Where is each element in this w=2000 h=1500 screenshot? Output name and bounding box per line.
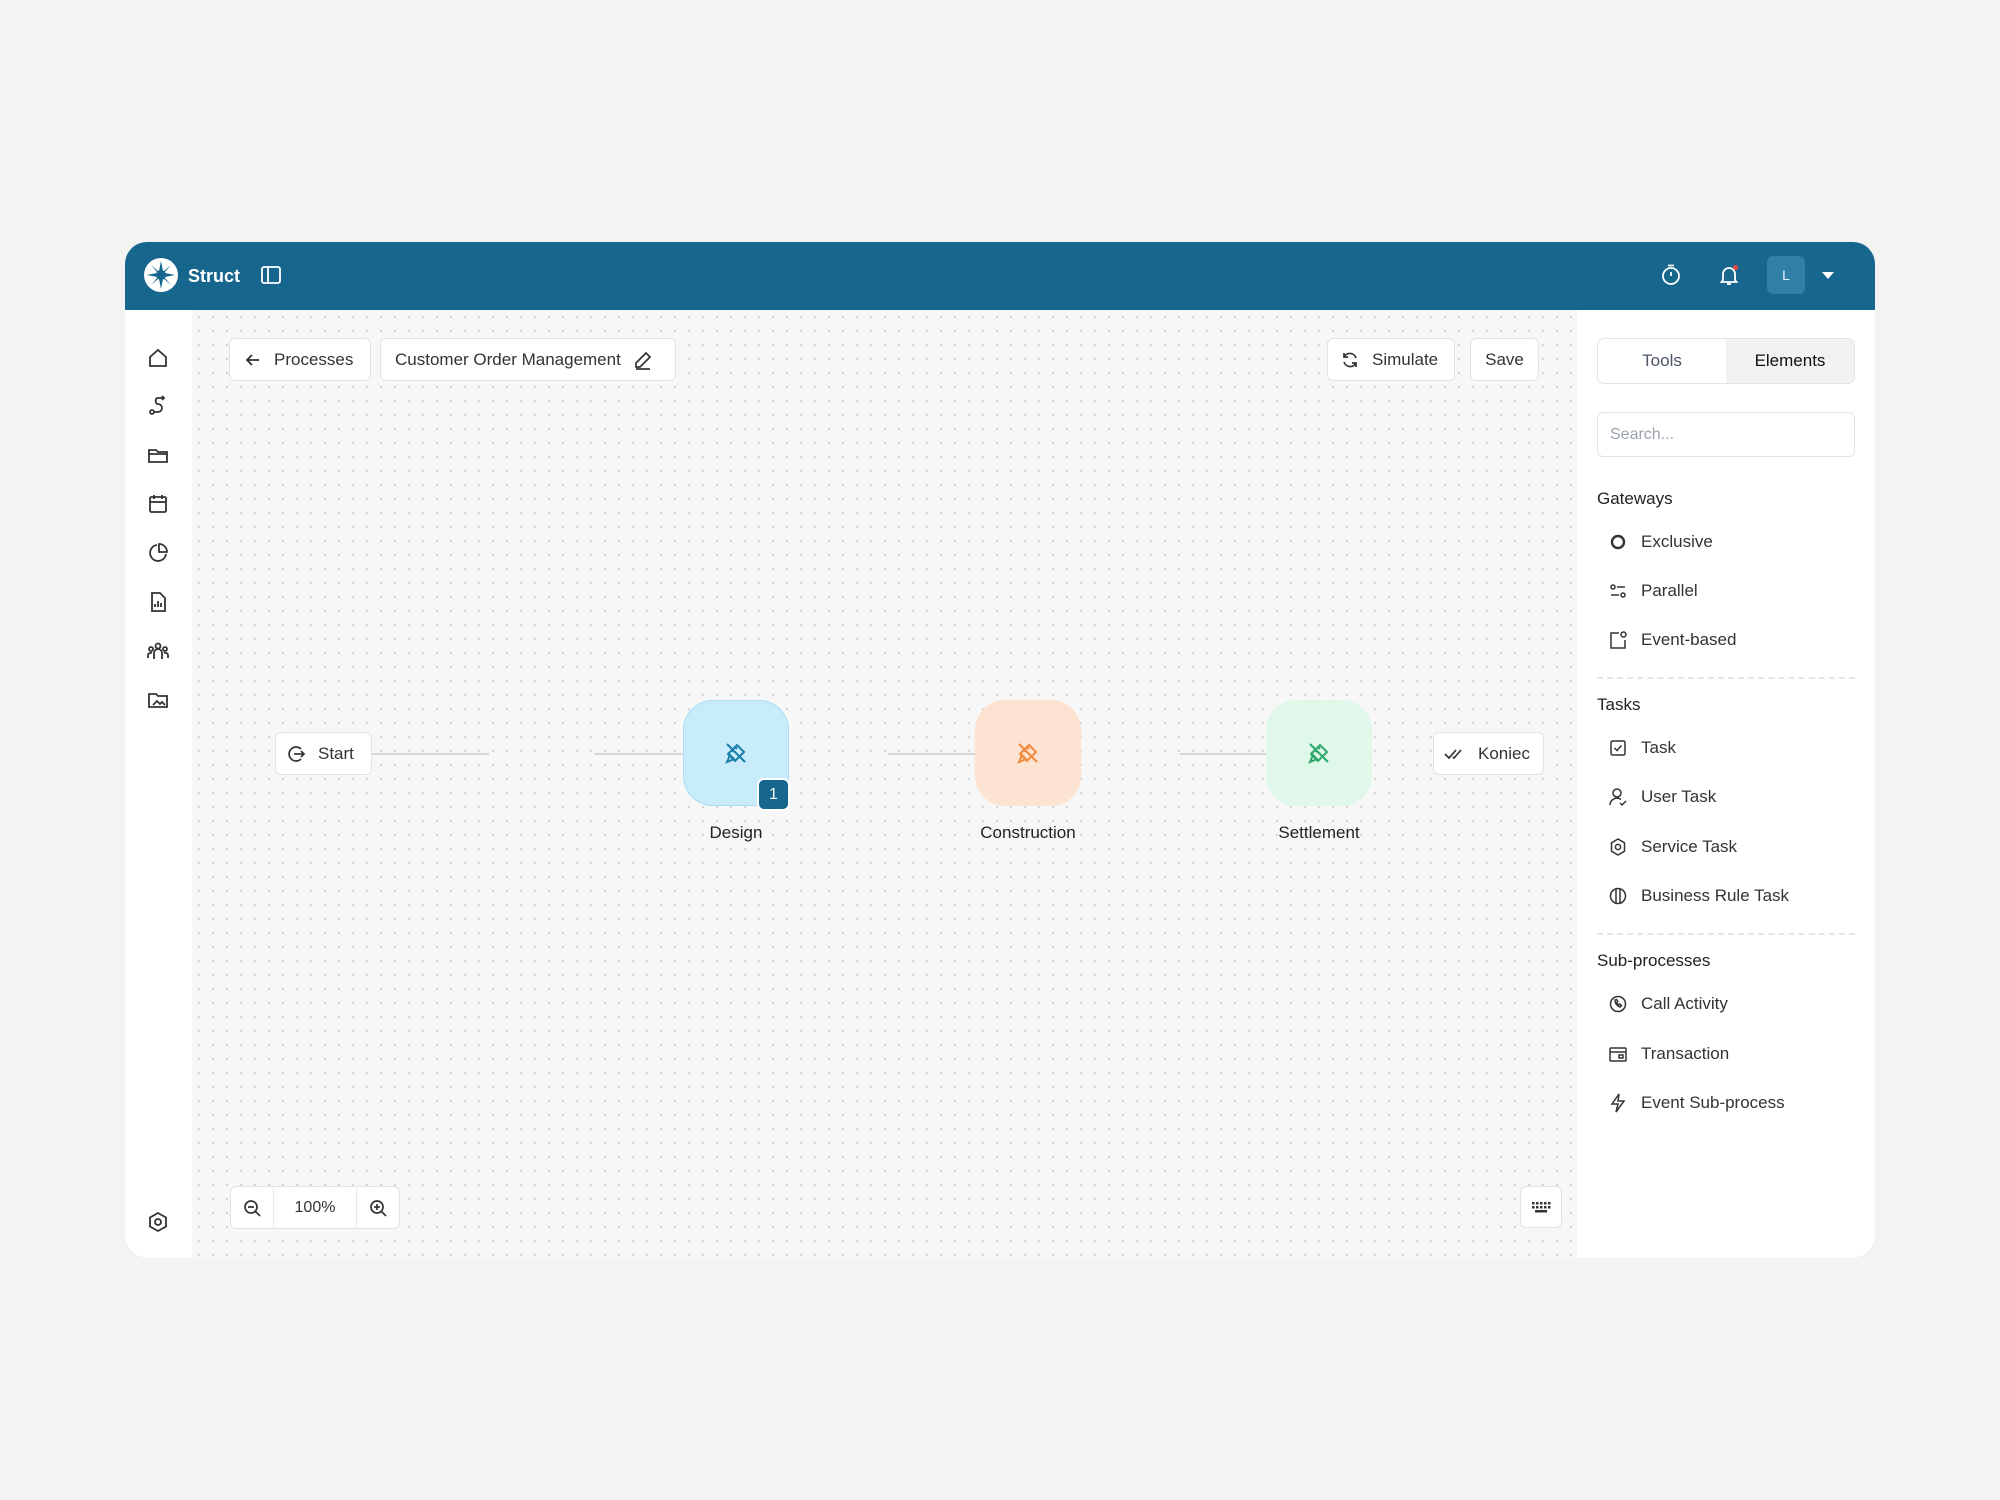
tab-elements[interactable]: Elements (1726, 339, 1854, 383)
zoom-in-button[interactable] (357, 1186, 399, 1229)
save-label: Save (1485, 349, 1524, 369)
element-label: Business Rule Task (1641, 886, 1790, 905)
construction-tools-icon (1017, 743, 1038, 764)
task-node-design[interactable]: 1 (683, 700, 790, 811)
panel-toggle-icon[interactable] (261, 266, 281, 284)
zoom-in-icon (370, 1199, 387, 1217)
calendar-icon[interactable] (146, 492, 170, 516)
task-node-settlement[interactable] (1266, 700, 1372, 806)
section-title-gateways: Gateways (1597, 489, 1673, 508)
simulate-label: Simulate (1372, 349, 1439, 369)
pie-chart-icon[interactable] (146, 541, 170, 565)
element-user-task[interactable]: User Task (1597, 777, 1855, 817)
circle-icon (1607, 531, 1629, 553)
element-label: Transaction (1641, 1044, 1730, 1063)
element-exclusive[interactable]: Exclusive (1597, 522, 1855, 562)
side-nav (125, 310, 192, 1258)
transaction-icon (1607, 1043, 1629, 1065)
elements-panel: Tools Elements Gateways Exclusive Parall… (1577, 310, 1875, 1258)
section-divider (1597, 933, 1855, 935)
process-name-field[interactable]: Customer Order Management (380, 338, 676, 381)
image-folder-icon[interactable] (146, 688, 170, 712)
user-avatar[interactable]: L (1767, 256, 1805, 294)
element-event-sub-process[interactable]: Event Sub-process (1597, 1083, 1855, 1123)
element-task[interactable]: Task (1597, 728, 1855, 768)
arrow-left-icon (245, 353, 259, 366)
element-label: Call Activity (1641, 994, 1728, 1013)
task-node-construction[interactable] (975, 700, 1081, 806)
checkbox-icon (1607, 737, 1629, 759)
parallel-icon (1607, 580, 1629, 602)
team-icon[interactable] (146, 639, 170, 663)
node-label-settlement: Settlement (1278, 823, 1360, 842)
route-icon[interactable] (146, 394, 170, 418)
element-label: Service Task (1641, 837, 1738, 856)
element-business-rule-task[interactable]: Business Rule Task (1597, 876, 1855, 916)
zoom-out-icon (244, 1199, 261, 1217)
back-to-processes-button[interactable]: Processes (229, 338, 371, 381)
lightning-icon (1607, 1092, 1629, 1114)
element-event-based[interactable]: Event-based (1597, 620, 1855, 660)
element-call-activity[interactable]: Call Activity (1597, 984, 1855, 1024)
node-label-construction: Construction (980, 823, 1076, 842)
tab-tools[interactable]: Tools (1598, 339, 1726, 383)
start-icon (288, 745, 306, 762)
user-icon (1607, 786, 1629, 808)
panel-tabs: Tools Elements (1597, 338, 1855, 384)
node-count-badge: 1 (757, 778, 790, 811)
settings-icon[interactable] (146, 1210, 170, 1234)
simulate-button[interactable]: Simulate (1327, 338, 1455, 381)
section-title-tasks: Tasks (1597, 695, 1641, 714)
end-event[interactable]: Koniec (1433, 732, 1544, 775)
section-title-sub-processes: Sub-processes (1597, 951, 1711, 970)
home-icon[interactable] (146, 346, 170, 370)
struct-logo-icon[interactable] (144, 258, 178, 292)
element-parallel[interactable]: Parallel (1597, 571, 1855, 611)
event-based-icon (1607, 629, 1629, 651)
start-label: Start (318, 743, 354, 763)
main-body: Processes Customer Order Management Simu… (125, 310, 1875, 1258)
zoom-level: 100% (273, 1186, 357, 1229)
element-label: Task (1641, 738, 1676, 757)
timer-icon[interactable] (1659, 263, 1683, 287)
save-button[interactable]: Save (1470, 338, 1539, 381)
start-event[interactable]: Start (275, 732, 372, 775)
edit-icon[interactable] (633, 350, 653, 370)
element-service-task[interactable]: Service Task (1597, 827, 1855, 867)
process-name: Customer Order Management (395, 349, 621, 369)
back-label: Processes (274, 349, 354, 369)
keyboard-icon (1532, 1202, 1551, 1213)
double-check-icon (1444, 748, 1462, 759)
element-label: Event-based (1641, 630, 1737, 649)
top-bar: Struct L (125, 242, 1875, 310)
element-label: Event Sub-process (1641, 1093, 1785, 1112)
zoom-controls: 100% (230, 1186, 400, 1229)
settlement-tools-icon (1308, 743, 1329, 764)
call-icon (1607, 993, 1629, 1015)
refresh-icon (1343, 352, 1357, 367)
element-label: Exclusive (1641, 532, 1713, 551)
keyboard-shortcuts-button[interactable] (1520, 1186, 1562, 1228)
element-transaction[interactable]: Transaction (1597, 1034, 1855, 1074)
design-tools-icon (725, 743, 746, 764)
element-label: User Task (1641, 787, 1717, 806)
app-window: Struct L Processes Customer Order Manage… (125, 242, 1875, 1258)
brand-name: Struct (188, 266, 241, 286)
element-label: Parallel (1641, 581, 1698, 600)
node-label-design: Design (709, 823, 763, 842)
zoom-out-button[interactable] (231, 1186, 273, 1229)
folder-icon[interactable] (146, 443, 170, 467)
section-divider (1597, 677, 1855, 679)
bell-icon[interactable] (1717, 263, 1741, 287)
search-input[interactable] (1597, 412, 1855, 457)
process-canvas[interactable]: Processes Customer Order Management Simu… (192, 310, 1577, 1258)
gear-icon (1607, 836, 1629, 858)
rule-icon (1607, 885, 1629, 907)
end-label: Koniec (1478, 743, 1530, 763)
report-icon[interactable] (146, 590, 170, 614)
caret-down-icon[interactable] (1822, 272, 1834, 279)
